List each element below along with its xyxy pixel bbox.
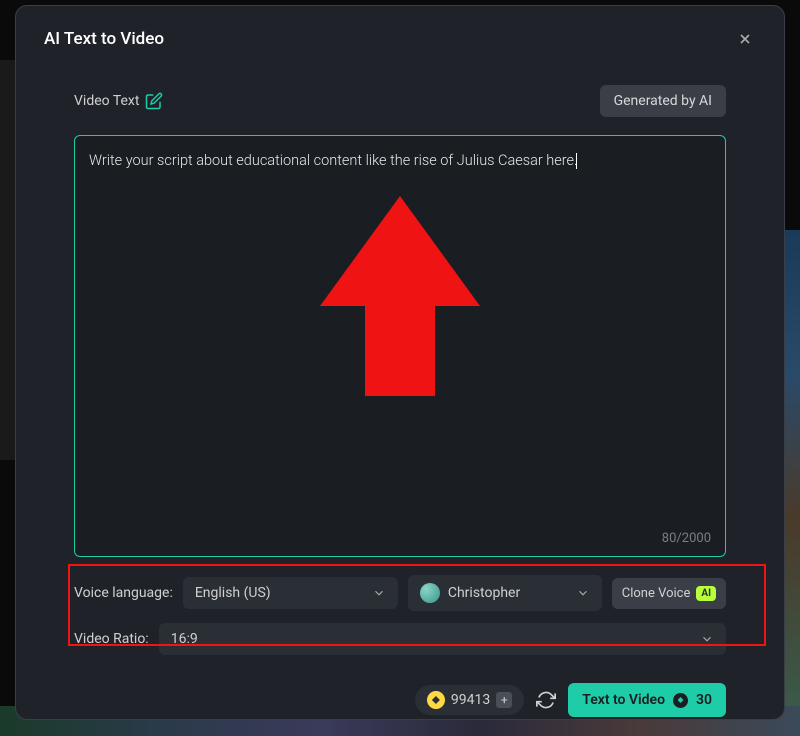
language-value: English (US) (195, 585, 271, 601)
modal-title: AI Text to Video (44, 29, 164, 49)
video-ratio-select[interactable]: 16:9 (159, 623, 726, 655)
modal-header: AI Text to Video (44, 28, 756, 50)
ai-text-to-video-modal: AI Text to Video Video Text Generated by… (15, 5, 785, 720)
video-text-label-group: Video Text (74, 92, 163, 110)
refresh-button[interactable] (536, 690, 556, 710)
voice-select[interactable]: Christopher (408, 575, 602, 611)
video-text-label: Video Text (74, 93, 139, 109)
text-to-video-label: Text to Video (582, 692, 665, 708)
credits-icon (427, 691, 445, 709)
chevron-down-icon (700, 632, 714, 646)
modal-content: Video Text Generated by AI Write your sc… (44, 85, 756, 655)
modal-footer: 99413 + Text to Video 30 (44, 683, 756, 717)
chevron-down-icon (372, 586, 386, 600)
text-to-video-cost: 30 (696, 692, 712, 708)
video-text-header: Video Text Generated by AI (74, 85, 726, 117)
voice-select-value-group: Christopher (420, 583, 520, 603)
voice-avatar-icon (420, 583, 440, 603)
chevron-down-icon (576, 586, 590, 600)
language-select[interactable]: English (US) (183, 577, 398, 609)
background-right-fragment (785, 230, 800, 710)
script-text: Write your script about educational cont… (89, 152, 577, 169)
character-count: 80/2000 (662, 531, 711, 546)
video-ratio-row: Video Ratio: 16:9 (74, 623, 726, 655)
clone-voice-button[interactable]: Clone Voice AI (612, 578, 726, 609)
text-cursor (576, 153, 577, 169)
edit-icon (145, 92, 163, 110)
credits-pill[interactable]: 99413 + (415, 685, 524, 715)
credits-cost-icon (673, 693, 688, 708)
clone-voice-label: Clone Voice (622, 586, 691, 601)
ai-badge: AI (696, 586, 716, 601)
background-sidebar-fragment (0, 60, 15, 460)
close-icon (737, 31, 753, 47)
credits-value: 99413 (451, 692, 490, 708)
video-ratio-value: 16:9 (171, 631, 198, 647)
script-textarea[interactable]: Write your script about educational cont… (74, 135, 726, 557)
voice-language-row: Voice language: English (US) Christopher… (74, 575, 726, 611)
generated-by-ai-button[interactable]: Generated by AI (600, 85, 726, 117)
annotation-arrow-icon (320, 196, 480, 396)
voice-name: Christopher (448, 585, 520, 601)
close-button[interactable] (734, 28, 756, 50)
add-credits-button[interactable]: + (496, 692, 512, 708)
voice-language-label: Voice language: (74, 585, 173, 601)
video-ratio-label: Video Ratio: (74, 631, 149, 647)
text-to-video-button[interactable]: Text to Video 30 (568, 683, 726, 717)
